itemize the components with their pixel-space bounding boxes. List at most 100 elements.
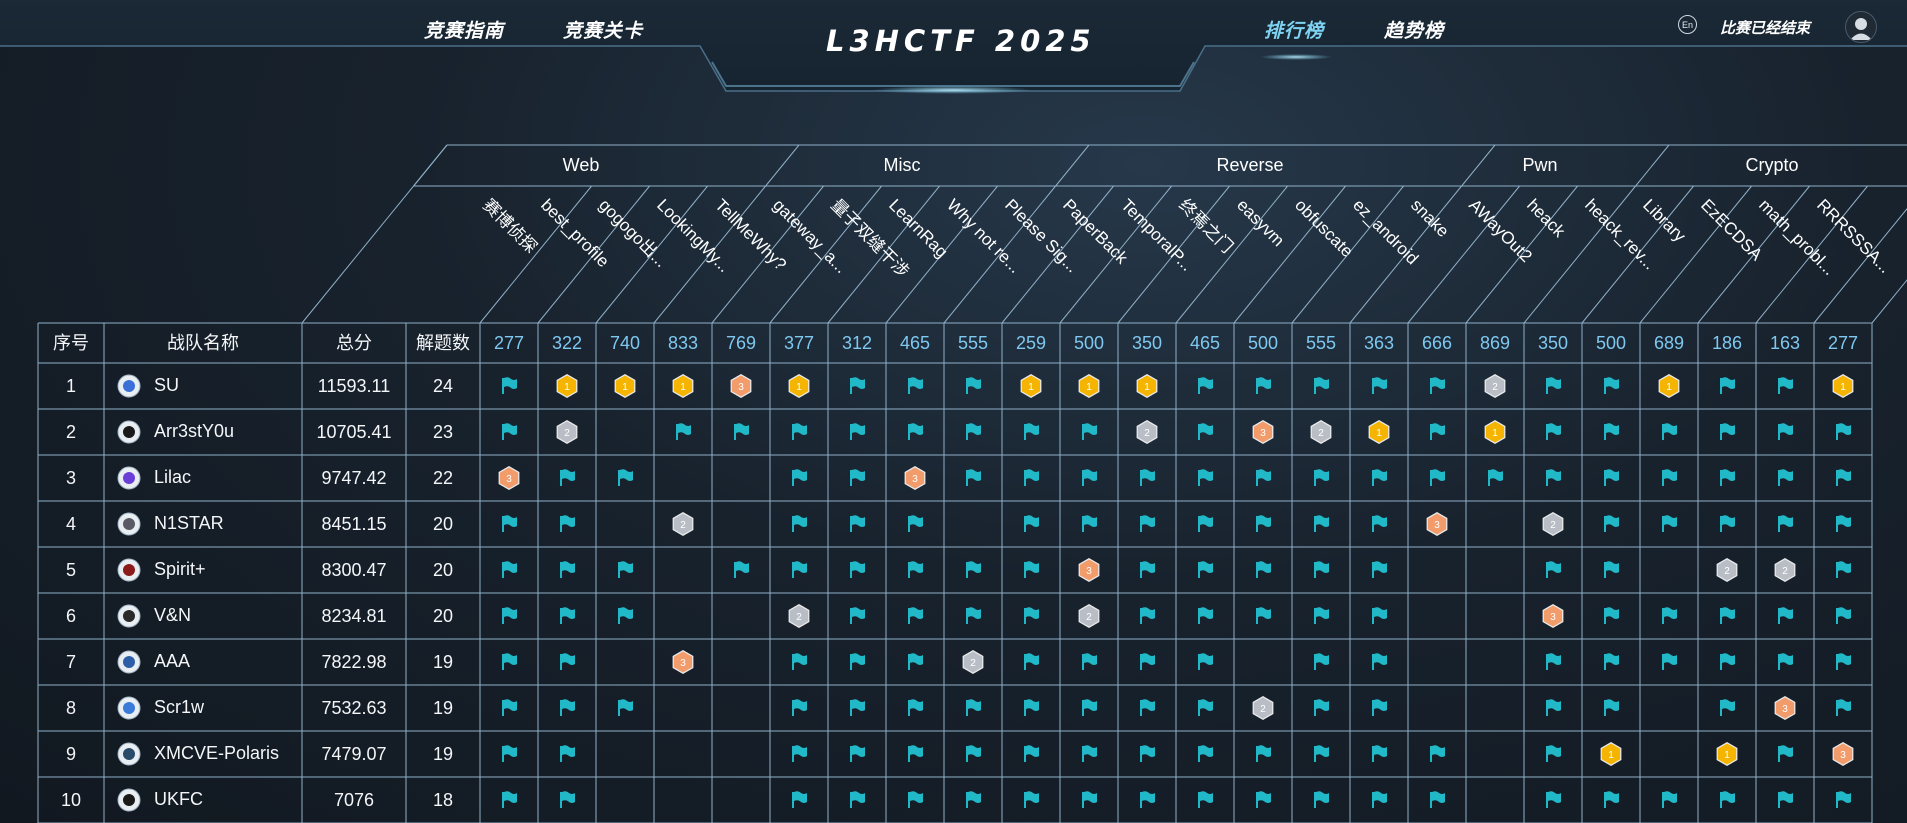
svg-text:2: 2 <box>564 428 570 439</box>
aaa-logo <box>117 650 141 674</box>
challenge-points[interactable]: 666 <box>1408 323 1466 363</box>
solved-flag-icon <box>1662 515 1677 532</box>
third-blood-bronze-badge-icon: 3 <box>1832 742 1854 766</box>
challenge-points[interactable]: 277 <box>480 323 538 363</box>
team-name[interactable]: Arr3stY0u <box>154 409 234 454</box>
challenge-points[interactable]: 769 <box>712 323 770 363</box>
solves-cell: 23 <box>432 422 454 442</box>
solved-flag-icon <box>1546 653 1561 670</box>
solved-flag-icon <box>1662 653 1677 670</box>
challenge-label[interactable]: 赛博侦探 <box>479 195 541 257</box>
challenge-points[interactable]: 500 <box>1060 323 1118 363</box>
team-name[interactable]: Scr1w <box>154 685 204 730</box>
team-name[interactable]: XMCVE-Polaris <box>154 731 279 776</box>
challenge-points[interactable]: 186 <box>1698 323 1756 363</box>
solved-flag-icon <box>850 607 865 624</box>
challenge-points[interactable]: 312 <box>828 323 886 363</box>
challenge-label[interactable]: Library <box>1639 195 1690 246</box>
challenge-points[interactable]: 740 <box>596 323 654 363</box>
challenge-points[interactable]: 465 <box>1176 323 1234 363</box>
header-rank: 序号 <box>53 333 89 353</box>
solved-flag-icon <box>1198 515 1213 532</box>
solved-flag-icon <box>1024 791 1039 808</box>
solved-flag-icon <box>1256 791 1271 808</box>
svg-text:2: 2 <box>680 520 686 531</box>
category-label-web: Web <box>563 155 600 175</box>
solved-flag-icon <box>1662 607 1677 624</box>
solved-flag-icon <box>1314 653 1329 670</box>
solved-flag-icon <box>502 699 517 716</box>
solved-flag-icon <box>792 423 807 440</box>
challenge-points[interactable]: 322 <box>538 323 596 363</box>
solved-flag-icon <box>1140 653 1155 670</box>
solved-flag-icon <box>1778 745 1793 762</box>
svg-text:1: 1 <box>1492 428 1498 439</box>
solved-flag-icon <box>850 515 865 532</box>
challenge-points[interactable]: 363 <box>1350 323 1408 363</box>
solved-flag-icon <box>1082 469 1097 486</box>
solved-flag-icon <box>1720 653 1735 670</box>
team-name[interactable]: UKFC <box>154 777 203 822</box>
solves-cell: 24 <box>432 376 454 396</box>
solved-flag-icon <box>1604 377 1619 394</box>
svg-text:2: 2 <box>1782 566 1788 577</box>
svg-text:1: 1 <box>1666 382 1672 393</box>
challenge-points[interactable]: 465 <box>886 323 944 363</box>
category-label-crypto: Crypto <box>1745 155 1798 175</box>
svg-text:2: 2 <box>796 612 802 623</box>
challenge-points[interactable]: 259 <box>1002 323 1060 363</box>
team-name[interactable]: N1STAR <box>154 501 224 546</box>
challenge-label[interactable]: heack <box>1523 195 1569 241</box>
solved-flag-icon <box>1604 699 1619 716</box>
solved-flag-icon <box>850 561 865 578</box>
challenge-points[interactable]: 833 <box>654 323 712 363</box>
challenge-points[interactable]: 869 <box>1466 323 1524 363</box>
second-blood-silver-badge-icon: 2 <box>1252 696 1274 720</box>
challenge-label[interactable]: EzECDSA <box>1697 195 1766 264</box>
challenge-points[interactable]: 500 <box>1234 323 1292 363</box>
solved-flag-icon <box>850 745 865 762</box>
solved-flag-icon <box>1198 561 1213 578</box>
solved-flag-icon <box>1314 561 1329 578</box>
solved-flag-icon <box>1314 469 1329 486</box>
solved-flag-icon <box>1604 515 1619 532</box>
team-name[interactable]: AAA <box>154 639 190 684</box>
challenge-points[interactable]: 350 <box>1118 323 1176 363</box>
challenge-points[interactable]: 555 <box>1292 323 1350 363</box>
team-name[interactable]: Spirit+ <box>154 547 206 592</box>
first-blood-gold-badge-icon: 1 <box>556 374 578 398</box>
category-separator <box>1635 144 1670 187</box>
challenge-points[interactable]: 689 <box>1640 323 1698 363</box>
team-name[interactable]: SU <box>154 363 179 408</box>
solved-flag-icon <box>1024 469 1039 486</box>
challenge-points[interactable]: 500 <box>1582 323 1640 363</box>
svg-text:1: 1 <box>622 382 628 393</box>
challenge-points[interactable]: 163 <box>1756 323 1814 363</box>
challenge-points[interactable]: 350 <box>1524 323 1582 363</box>
challenge-points[interactable]: 277 <box>1814 323 1872 363</box>
solved-flag-icon <box>792 653 807 670</box>
challenge-label[interactable]: obfuscate <box>1291 195 1357 261</box>
challenge-points[interactable]: 555 <box>944 323 1002 363</box>
solved-flag-icon <box>1662 469 1677 486</box>
solved-flag-icon <box>1372 745 1387 762</box>
n1star-logo <box>117 512 141 536</box>
solved-flag-icon <box>966 699 981 716</box>
team-name[interactable]: V&N <box>154 593 191 638</box>
challenge-label[interactable]: snake <box>1407 195 1453 241</box>
scr1w-logo <box>117 696 141 720</box>
solves-cell: 20 <box>432 560 454 580</box>
team-name[interactable]: Lilac <box>154 455 191 500</box>
solved-flag-icon <box>792 745 807 762</box>
score-cell: 8300.47 <box>321 560 387 580</box>
rank-cell: 3 <box>65 468 76 488</box>
challenge-label[interactable]: 终焉之门 <box>1175 195 1237 257</box>
solved-flag-icon <box>1430 377 1445 394</box>
challenge-points[interactable]: 377 <box>770 323 828 363</box>
solved-flag-icon <box>1488 469 1503 486</box>
third-blood-bronze-badge-icon: 3 <box>498 466 520 490</box>
solves-cell: 22 <box>432 468 454 488</box>
svg-text:2: 2 <box>1724 566 1730 577</box>
solved-flag-icon <box>1430 745 1445 762</box>
first-blood-gold-badge-icon: 1 <box>1020 374 1042 398</box>
